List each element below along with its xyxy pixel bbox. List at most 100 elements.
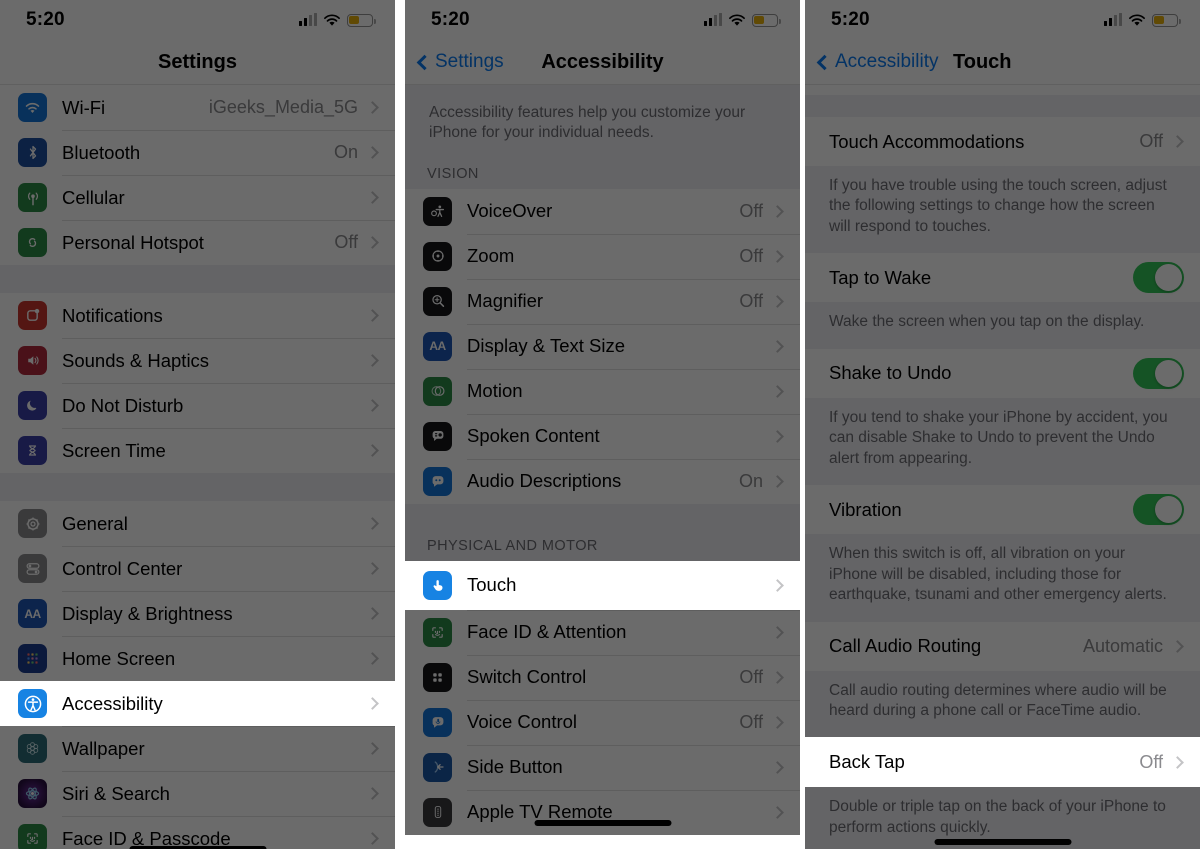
accessibility-icon bbox=[18, 689, 47, 718]
back-button[interactable]: Accessibility bbox=[805, 51, 938, 73]
settings-row-do-not-disturb[interactable]: Do Not Disturb bbox=[0, 383, 395, 428]
row-label: Notifications bbox=[62, 304, 163, 326]
row-label: VoiceOver bbox=[467, 200, 553, 222]
row-label: Spoken Content bbox=[467, 425, 600, 447]
row-value: On bbox=[738, 470, 763, 491]
chevron-right-icon bbox=[1171, 756, 1184, 769]
status-bar-time: 5:20 bbox=[26, 9, 65, 30]
settings-row-screen-time[interactable]: Screen Time bbox=[0, 428, 395, 473]
touch-row-back-tap[interactable]: Back Tap Off bbox=[805, 737, 1200, 788]
accessibility-row-side-button[interactable]: Side Button bbox=[405, 744, 800, 790]
chevron-right-icon bbox=[366, 309, 379, 322]
cellular-icon bbox=[18, 183, 47, 212]
touch-row-shake-to-undo[interactable]: Shake to Undo bbox=[805, 348, 1200, 398]
settings-row-sounds-haptics[interactable]: Sounds & Haptics bbox=[0, 338, 395, 383]
back-button[interactable]: Settings bbox=[405, 51, 504, 73]
accessibility-row-voiceover[interactable]: VoiceOver Off bbox=[405, 188, 800, 234]
cellular-bars-icon bbox=[298, 13, 317, 26]
chevron-right-icon bbox=[771, 761, 784, 774]
status-bar-time: 5:20 bbox=[831, 9, 870, 30]
settings-row-notifications[interactable]: Notifications bbox=[0, 293, 395, 338]
phone-panel-touch: 5:20 Accessibility Touch Touch Accommoda… bbox=[805, 0, 1200, 849]
group-separator bbox=[405, 503, 800, 532]
touch-row-tap-to-wake[interactable]: Tap to Wake bbox=[805, 253, 1200, 303]
touch-row-touch-accommodations[interactable]: Touch Accommodations Off bbox=[805, 117, 1200, 166]
chevron-right-icon bbox=[771, 579, 784, 592]
notifications-icon bbox=[18, 301, 47, 330]
chevron-right-icon bbox=[366, 562, 379, 575]
chevron-right-icon bbox=[366, 742, 379, 755]
accessibility-row-zoom[interactable]: Zoom Off bbox=[405, 233, 800, 279]
touch-row-vibration[interactable]: Vibration bbox=[805, 485, 1200, 535]
accessibility-row-magnifier[interactable]: Magnifier Off bbox=[405, 278, 800, 324]
phone-panel-settings: 5:20 Settings Wi-Fi iGeeks_Media_5G Blue… bbox=[0, 0, 395, 849]
settings-row-home-screen[interactable]: Home Screen bbox=[0, 636, 395, 681]
nav-bar: Settings Accessibility bbox=[405, 40, 800, 85]
home-indicator bbox=[934, 839, 1071, 846]
accessibility-row-display-text-size[interactable]: AA Display & Text Size bbox=[405, 323, 800, 369]
faceid-attn-icon bbox=[423, 617, 452, 647]
chevron-right-icon bbox=[366, 101, 379, 114]
touch-row-call-audio-routing[interactable]: Call Audio Routing Automatic bbox=[805, 621, 1200, 671]
vibration-toggle[interactable] bbox=[1133, 494, 1184, 526]
tap-to-wake-toggle[interactable] bbox=[1133, 262, 1184, 294]
settings-row-siri-search[interactable]: Siri & Search bbox=[0, 771, 395, 816]
wifi-icon bbox=[1128, 13, 1146, 27]
accessibility-row-apple-tv-remote[interactable]: Apple TV Remote bbox=[405, 789, 800, 835]
section-header-vision: VISION bbox=[405, 159, 800, 189]
row-label: Voice Control bbox=[467, 711, 578, 733]
row-value: iGeeks_Media_5G bbox=[208, 97, 358, 117]
chevron-right-icon bbox=[771, 716, 784, 729]
chevron-right-icon bbox=[771, 430, 784, 443]
row-label: Personal Hotspot bbox=[62, 231, 204, 253]
row-value: Off bbox=[1139, 131, 1163, 151]
chevron-right-icon bbox=[366, 146, 379, 159]
accessibility-row-audio-descriptions[interactable]: Audio Descriptions On bbox=[405, 458, 800, 504]
vibration-description: When this switch is off, all vibration o… bbox=[805, 534, 1200, 622]
touch-list: AssistiveTouch Touch Accommodations Off … bbox=[805, 85, 1200, 849]
shake-to-undo-toggle[interactable] bbox=[1133, 357, 1184, 389]
touch-icon bbox=[423, 570, 452, 600]
section-header-physical-and-motor: PHYSICAL AND MOTOR bbox=[405, 531, 800, 561]
settings-row-wifi[interactable]: Wi-Fi iGeeks_Media_5G bbox=[0, 85, 395, 130]
settings-row-personal-hotspot[interactable]: Personal Hotspot Off bbox=[0, 220, 395, 265]
status-bar: 5:20 bbox=[0, 0, 395, 40]
row-value: On bbox=[333, 142, 358, 162]
row-label: Face ID & Attention bbox=[467, 621, 627, 643]
accessibility-row-face-id-attention[interactable]: Face ID & Attention bbox=[405, 609, 800, 655]
settings-list: Wi-Fi iGeeks_Media_5G Bluetooth On Cellu… bbox=[0, 85, 395, 849]
bluetooth-icon bbox=[18, 138, 47, 167]
zoom-icon bbox=[423, 241, 452, 271]
settings-row-cellular[interactable]: Cellular bbox=[0, 175, 395, 220]
accessibility-row-voice-control[interactable]: Voice Control Off bbox=[405, 699, 800, 745]
accessibility-row-touch[interactable]: Touch bbox=[405, 560, 800, 610]
settings-row-face-id-passcode[interactable]: Face ID & Passcode bbox=[0, 816, 395, 849]
row-label: Magnifier bbox=[467, 290, 544, 312]
battery-icon bbox=[347, 13, 376, 27]
settings-row-display-brightness[interactable]: AA Display & Brightness bbox=[0, 591, 395, 636]
faceid-icon bbox=[18, 824, 47, 849]
settings-row-general[interactable]: General bbox=[0, 501, 395, 546]
accessibility-row-spoken-content[interactable]: Spoken Content bbox=[405, 413, 800, 459]
row-label: Touch Accommodations bbox=[829, 130, 1025, 152]
row-value: Off bbox=[334, 232, 358, 252]
row-label: Do Not Disturb bbox=[62, 394, 184, 416]
motion-icon bbox=[423, 376, 452, 406]
settings-row-accessibility[interactable]: Accessibility bbox=[0, 681, 395, 726]
settings-row-wallpaper[interactable]: Wallpaper bbox=[0, 726, 395, 771]
status-bar-indicators bbox=[1103, 13, 1181, 27]
row-label: Zoom bbox=[467, 245, 515, 267]
voice-control-icon bbox=[423, 707, 452, 737]
chevron-right-icon bbox=[366, 697, 379, 710]
chevron-right-icon bbox=[366, 191, 379, 204]
accessibility-row-motion[interactable]: Motion bbox=[405, 368, 800, 414]
row-label: Back Tap bbox=[829, 751, 905, 773]
touch-row-assistivetouch-clipped[interactable]: AssistiveTouch bbox=[805, 85, 1200, 95]
row-label: Bluetooth bbox=[62, 141, 141, 163]
settings-row-bluetooth[interactable]: Bluetooth On bbox=[0, 130, 395, 175]
page-title: Settings bbox=[158, 50, 237, 73]
settings-row-control-center[interactable]: Control Center bbox=[0, 546, 395, 591]
accessibility-row-switch-control[interactable]: Switch Control Off bbox=[405, 654, 800, 700]
row-label: Home Screen bbox=[62, 647, 176, 669]
settings-screen: 5:20 Settings Wi-Fi iGeeks_Media_5G Blue… bbox=[0, 0, 395, 849]
